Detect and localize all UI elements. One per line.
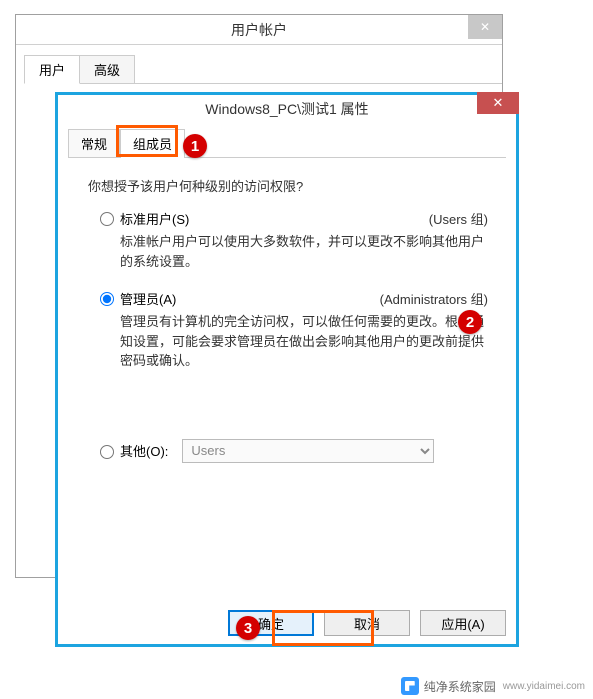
admin-group-label: (Administrators 组) (380, 289, 488, 308)
close-icon[interactable]: ✕ (477, 92, 519, 114)
back-titlebar: 用户帐户 ✕ (16, 15, 502, 45)
radio-row-admin: 管理员(A) (Administrators 组) (100, 289, 506, 308)
tab-group-members[interactable]: 组成员 (120, 129, 185, 158)
apply-button[interactable]: 应用(A) (420, 610, 506, 636)
front-titlebar: Windows8_PC\测试1 属性 ✕ (58, 95, 516, 123)
radio-standard-user[interactable] (100, 212, 114, 226)
radio-other[interactable] (100, 445, 114, 459)
radio-other-label: 其他(O): (120, 441, 168, 460)
front-tabs: 常规 组成员 (68, 129, 506, 158)
radio-admin-label: 管理员(A) (120, 289, 176, 308)
dialog-button-bar: 确定 取消 应用(A) (228, 610, 506, 636)
watermark-url: www.yidaimei.com (503, 681, 585, 692)
back-tabs: 用户 高级 (24, 55, 502, 84)
radio-row-other: 其他(O): Users (100, 439, 506, 463)
other-group-select[interactable]: Users (182, 439, 434, 463)
annotation-badge-1: 1 (183, 134, 207, 158)
cancel-button[interactable]: 取消 (324, 610, 410, 636)
watermark-name: 纯净系统家园 (424, 678, 496, 695)
user-properties-window: Windows8_PC\测试1 属性 ✕ 常规 组成员 你想授予该用户何种级别的… (55, 92, 519, 647)
annotation-badge-2: 2 (458, 310, 482, 334)
front-content: 常规 组成员 你想授予该用户何种级别的访问权限? 标准用户(S) (Users … (58, 123, 516, 598)
radio-standard-label: 标准用户(S) (120, 209, 189, 228)
tab-advanced[interactable]: 高级 (79, 55, 135, 83)
back-window-title: 用户帐户 (16, 20, 502, 40)
radio-administrator[interactable] (100, 292, 114, 306)
watermark-logo-icon (401, 677, 419, 695)
admin-description: 管理员有计算机的完全访问权，可以做任何需要的更改。根据通知设置，可能会要求管理员… (120, 312, 488, 371)
annotation-badge-3: 3 (236, 616, 260, 640)
tab-general[interactable]: 常规 (68, 129, 120, 157)
standard-description: 标准帐户用户可以使用大多数软件，并可以更改不影响其他用户的系统设置。 (120, 232, 488, 271)
access-level-prompt: 你想授予该用户何种级别的访问权限? (88, 176, 506, 195)
tab-users[interactable]: 用户 (24, 55, 80, 84)
watermark: 纯净系统家园 www.yidaimei.com (401, 677, 585, 695)
front-window-title: Windows8_PC\测试1 属性 (58, 99, 516, 119)
radio-row-standard: 标准用户(S) (Users 组) (100, 209, 506, 228)
standard-group-label: (Users 组) (429, 209, 488, 228)
close-icon[interactable]: ✕ (468, 15, 502, 39)
